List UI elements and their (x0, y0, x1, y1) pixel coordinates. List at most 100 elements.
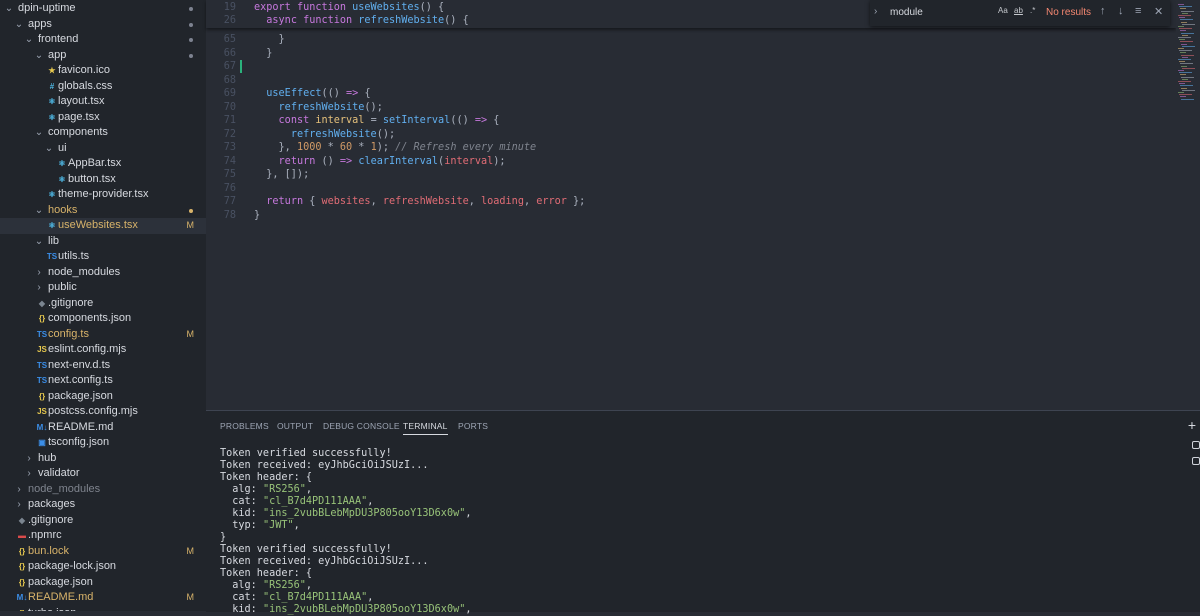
chevron-down-icon[interactable]: ⌄ (34, 125, 44, 141)
tree-folder[interactable]: › packages (0, 497, 206, 513)
line-number: 77 (223, 196, 236, 207)
tree-file[interactable]: M↓ README.md M (0, 590, 206, 606)
minimap-line (1182, 23, 1195, 25)
tree-file[interactable]: ▣ tsconfig.json (0, 435, 206, 451)
match-whole-word-icon[interactable]: ab (1014, 6, 1023, 15)
minimap-line (1181, 87, 1187, 89)
terminal-text: Token header: { (220, 568, 313, 579)
tree-file[interactable]: {} components.json (0, 311, 206, 327)
terminal-text: "cl_B7d4PD111AAA" (262, 592, 368, 603)
terminal-text: "cl_B7d4PD111AAA" (262, 496, 368, 507)
ts-icon: TS (36, 329, 48, 339)
panel-tab[interactable]: PROBLEMS (220, 421, 269, 431)
chevron-right-icon[interactable]: › (14, 482, 24, 498)
chevron-down-icon[interactable]: ⌄ (34, 203, 44, 219)
code-token: useWebsites (352, 2, 420, 13)
chevron-right-icon[interactable]: › (24, 451, 34, 467)
tree-file[interactable]: M↓ README.md (0, 420, 206, 436)
code-token: } (254, 47, 273, 59)
terminal-instance-icon[interactable] (1192, 441, 1200, 449)
terminal-output[interactable]: Token verified successfully! Token receiv… (220, 448, 471, 616)
panel-tab[interactable]: OUTPUT (277, 421, 313, 431)
tree-file[interactable]: {} package.json (0, 389, 206, 405)
tree-item-label: package.json (48, 389, 113, 402)
minimap-line (1178, 4, 1184, 5)
terminal-instance-icon[interactable] (1192, 457, 1200, 465)
tree-folder[interactable]: ⌄ hooks (0, 203, 206, 219)
tree-file[interactable]: # globals.css (0, 79, 206, 95)
tree-file[interactable]: TS next-env.d.ts (0, 358, 206, 374)
tree-folder[interactable]: ⌄ components (0, 125, 206, 141)
chevron-right-icon[interactable]: › (34, 265, 44, 281)
toggle-replace-chevron-icon[interactable]: › (874, 6, 877, 17)
code-token: () (321, 155, 340, 167)
line-code: } (254, 47, 272, 60)
chevron-down-icon[interactable]: ⌄ (4, 1, 14, 17)
tree-file[interactable]: ⚛ page.tsx (0, 110, 206, 126)
chevron-right-icon[interactable]: › (14, 497, 24, 513)
tree-item-label: page.tsx (58, 110, 100, 123)
find-input[interactable]: module (888, 3, 1062, 22)
tree-item-label: turbo.json (28, 606, 76, 612)
tree-file[interactable]: TS utils.ts (0, 249, 206, 265)
tree-folder[interactable]: ⌄ frontend (0, 32, 206, 48)
close-icon[interactable]: ✕ (1154, 5, 1163, 18)
tree-folder[interactable]: ⌄ dpin-uptime (0, 1, 206, 17)
tree-folder[interactable]: › hub (0, 451, 206, 467)
git-added-gutter-marker[interactable] (240, 60, 242, 73)
next-match-icon[interactable]: ↓ (1118, 5, 1124, 17)
tree-file[interactable]: ⚛ button.tsx (0, 172, 206, 188)
tree-folder[interactable]: › validator (0, 466, 206, 482)
json-icon: {} (38, 391, 46, 401)
tree-file[interactable]: {}turbo.json (0, 606, 206, 612)
terminal-text: } (220, 532, 227, 543)
chevron-down-icon[interactable]: ⌄ (34, 48, 44, 64)
match-case-icon[interactable]: Aa (998, 6, 1008, 15)
tree-folder[interactable]: › public (0, 280, 206, 296)
tree-folder[interactable]: ⌄ apps (0, 17, 206, 33)
tree-folder[interactable]: › node_modules (0, 265, 206, 281)
terminal-text: , (367, 496, 374, 507)
tree-file[interactable]: ⚛ AppBar.tsx (0, 156, 206, 172)
tree-folder[interactable]: ⌄ lib (0, 234, 206, 250)
find-in-selection-icon[interactable]: ≡ (1135, 5, 1141, 17)
tree-file[interactable]: ◆ .gitignore (0, 513, 206, 529)
chevron-down-icon[interactable]: ⌄ (14, 17, 24, 33)
tree-file[interactable]: TS next.config.ts (0, 373, 206, 389)
tree-file[interactable]: ⚛ useWebsites.tsx M (0, 218, 206, 234)
chevron-down-icon[interactable]: ⌄ (24, 32, 34, 48)
tree-file[interactable]: JS eslint.config.mjs (0, 342, 206, 358)
terminal-text: , (367, 592, 374, 603)
tree-folder[interactable]: › node_modules (0, 482, 206, 498)
git-status-badge: M (186, 328, 195, 339)
tree-folder[interactable]: ⌄ ui (0, 141, 206, 157)
chevron-down-icon[interactable]: ⌄ (34, 234, 44, 250)
tree-file[interactable]: ⚛ theme-provider.tsx (0, 187, 206, 203)
tree-folder[interactable]: ⌄ app (0, 48, 206, 64)
panel-tab[interactable]: DEBUG CONSOLE (323, 421, 400, 431)
use-regex-icon[interactable]: .* (1030, 6, 1035, 15)
chevron-right-icon[interactable]: › (24, 466, 34, 482)
tree-file[interactable]: {} bun.lock M (0, 544, 206, 560)
json-icon: {} (18, 577, 26, 587)
previous-match-icon[interactable]: ↑ (1100, 5, 1106, 17)
chevron-down-icon[interactable]: ⌄ (44, 141, 54, 157)
tree-file[interactable]: ◆ .gitignore (0, 296, 206, 312)
tree-file[interactable]: {} package-lock.json (0, 559, 206, 575)
new-terminal-icon[interactable]: + (1188, 417, 1196, 433)
minimap[interactable] (1176, 0, 1200, 410)
terminal-text: typ: (220, 520, 263, 531)
tree-file[interactable]: ★ favicon.ico (0, 63, 206, 79)
panel-tab[interactable]: PORTS (458, 421, 488, 431)
tree-file[interactable]: TS config.ts M (0, 327, 206, 343)
code-token: () { (419, 2, 445, 13)
chevron-right-icon[interactable]: › (34, 280, 44, 296)
tree-file[interactable]: {} package.json (0, 575, 206, 591)
tree-file[interactable]: ▬ .npmrc (0, 528, 206, 544)
code-token: function (303, 15, 359, 26)
tree-file[interactable]: JS postcss.config.mjs (0, 404, 206, 420)
react-icon: ⚛ (48, 221, 56, 230)
code-editor[interactable]: 65 } 66 } 67 68 69 useEffect(() => {70 refre… (206, 0, 1176, 410)
tree-file[interactable]: ⚛ layout.tsx (0, 94, 206, 110)
panel-tab[interactable]: TERMINAL (403, 421, 448, 435)
